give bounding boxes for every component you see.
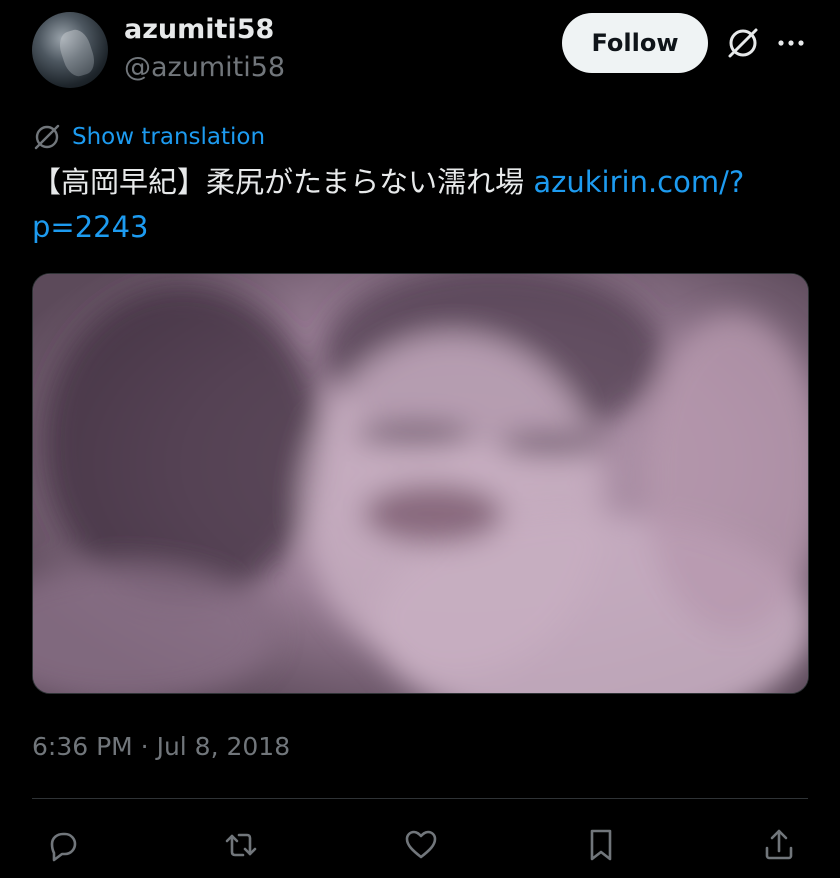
- bookmark-icon: [590, 829, 612, 861]
- tweet-body: 【高岡早紀】柔尻がたまらない濡れ場: [32, 165, 534, 199]
- reply-button[interactable]: [38, 820, 88, 870]
- show-translation-label: Show translation: [72, 124, 266, 150]
- bookmark-button[interactable]: [576, 820, 626, 870]
- retweet-icon: [225, 833, 257, 857]
- author-handle[interactable]: @azumiti58: [124, 52, 285, 83]
- tweet-text: 【高岡早紀】柔尻がたまらない濡れ場 azukirin.com/?p=2243: [32, 160, 802, 250]
- follow-button[interactable]: Follow: [562, 13, 708, 73]
- action-bar: [32, 820, 808, 870]
- translate-icon: [34, 124, 60, 150]
- show-translation[interactable]: Show translation: [32, 122, 265, 152]
- tweet-timestamp[interactable]: 6:36 PM · Jul 8, 2018: [32, 732, 290, 761]
- tweet-header: azumiti58 @azumiti58 Follow: [32, 12, 808, 88]
- grok-icon[interactable]: [726, 26, 760, 60]
- more-icon[interactable]: [774, 26, 808, 60]
- like-button[interactable]: [396, 820, 446, 870]
- tweet-media-image[interactable]: [32, 273, 809, 694]
- reply-icon: [50, 832, 77, 862]
- avatar[interactable]: [32, 12, 108, 88]
- divider: [32, 798, 808, 799]
- share-icon: [765, 829, 793, 860]
- share-button[interactable]: [754, 820, 804, 870]
- heart-icon: [405, 830, 437, 859]
- retweet-button[interactable]: [216, 820, 266, 870]
- author-display-name[interactable]: azumiti58: [124, 14, 274, 45]
